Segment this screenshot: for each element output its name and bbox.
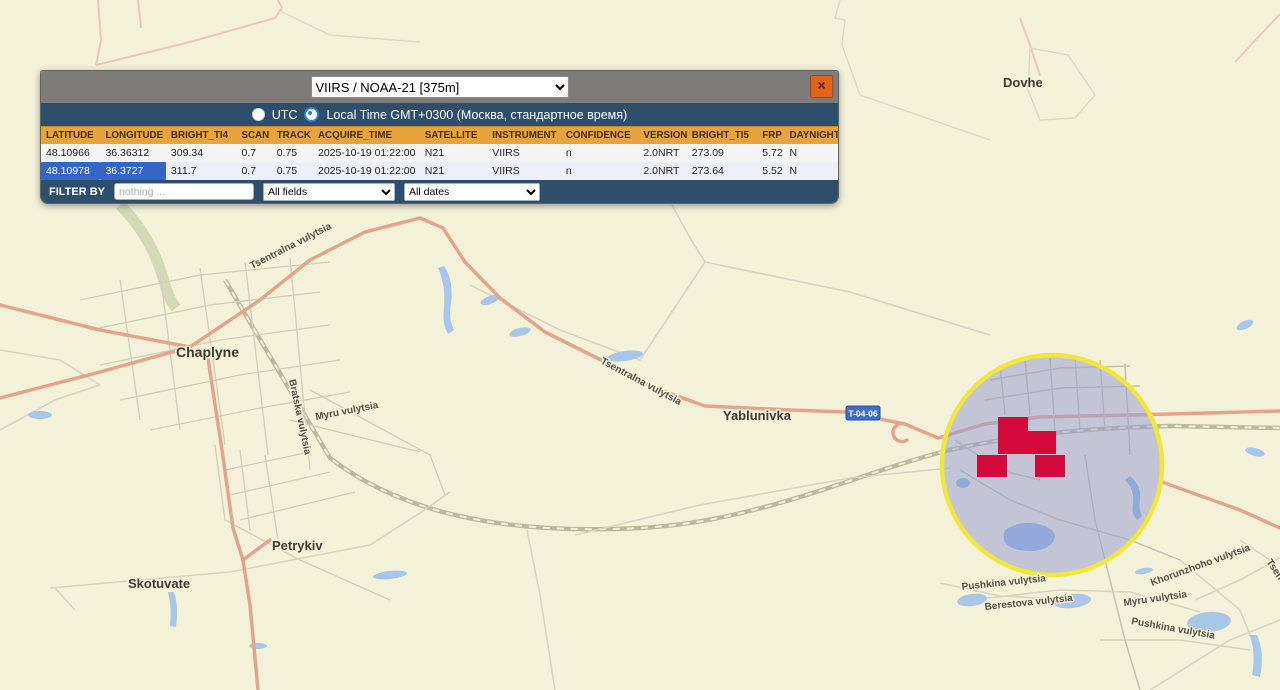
- col-satellite[interactable]: SATELLITE: [420, 127, 488, 145]
- cell-latitude[interactable]: 48.10966: [41, 144, 100, 162]
- cell-satellite: N21: [420, 144, 488, 162]
- table-header-row: LATITUDE LONGITUDE BRIGHT_TI4 SCAN TRACK…: [41, 127, 838, 145]
- fire-polygon-right: [1035, 455, 1065, 477]
- utc-radio[interactable]: [252, 108, 265, 121]
- time-mode-bar: UTC Local Time GMT+0300 (Москва, стандар…: [41, 103, 838, 126]
- col-bright-ti5[interactable]: BRIGHT_TI5: [687, 127, 758, 145]
- cell-track: 0.75: [272, 144, 313, 162]
- cell-longitude-selected[interactable]: 36.3727: [100, 162, 165, 180]
- col-longitude[interactable]: LONGITUDE: [100, 127, 165, 145]
- road-shield: T-04-06: [846, 406, 880, 420]
- cell-track: 0.75: [272, 162, 313, 180]
- close-icon[interactable]: ×: [810, 75, 833, 98]
- cell-confidence: n: [561, 144, 639, 162]
- col-acquire-time[interactable]: ACQUIRE_TIME: [313, 127, 420, 145]
- filter-by-label: FILTER BY: [49, 186, 105, 198]
- filter-bar: FILTER BY All fields All dates: [41, 180, 838, 203]
- cell-bright-ti4: 309.34: [166, 144, 237, 162]
- cell-bright-ti5: 273.09: [687, 144, 758, 162]
- cell-frp: 5.52: [757, 162, 784, 180]
- col-daynight[interactable]: DAYNIGHT: [784, 127, 838, 145]
- cell-bright-ti5: 273.64: [687, 162, 758, 180]
- screen: T-04-06 Dovhe Chaplyne Yablunivka Petryk…: [0, 0, 1280, 690]
- cell-acquire-time: 2025-10-19 01:22:00: [313, 162, 420, 180]
- fire-polygon-left: [977, 455, 1007, 477]
- cell-confidence: n: [561, 162, 639, 180]
- cell-instrument: VIIRS: [487, 144, 561, 162]
- col-version[interactable]: VERSION: [638, 127, 686, 145]
- cell-bright-ti4: 311.7: [166, 162, 237, 180]
- town-label-chaplyne: Chaplyne: [176, 344, 239, 360]
- cell-daynight: N: [784, 162, 838, 180]
- cell-longitude[interactable]: 36.36312: [100, 144, 165, 162]
- cell-satellite: N21: [420, 162, 488, 180]
- table-row[interactable]: 48.10966 36.36312 309.34 0.7 0.75 2025-1…: [41, 144, 838, 162]
- town-label-yablunivka: Yablunivka: [723, 408, 792, 423]
- cell-scan: 0.7: [236, 144, 271, 162]
- col-instrument[interactable]: INSTRUMENT: [487, 127, 561, 145]
- satellite-source-select[interactable]: VIIRS / NOAA-21 [375m]: [311, 76, 569, 98]
- fire-detections-table: LATITUDE LONGITUDE BRIGHT_TI4 SCAN TRACK…: [41, 126, 838, 180]
- col-frp[interactable]: FRP: [757, 127, 784, 145]
- local-time-radio-label: Local Time GMT+0300 (Москва, стандартное…: [326, 108, 627, 122]
- col-confidence[interactable]: CONFIDENCE: [561, 127, 639, 145]
- town-label-dovhe: Dovhe: [1003, 75, 1043, 90]
- cell-scan: 0.7: [236, 162, 271, 180]
- filter-text-input[interactable]: [114, 183, 254, 200]
- filter-dates-select[interactable]: All dates: [404, 183, 540, 201]
- cell-latitude-selected[interactable]: 48.10978: [41, 162, 100, 180]
- table-row-selected[interactable]: 48.10978 36.3727 311.7 0.7 0.75 2025-10-…: [41, 162, 838, 180]
- cell-version: 2.0NRT: [638, 144, 686, 162]
- cell-daynight: N: [784, 144, 838, 162]
- filter-fields-select[interactable]: All fields: [263, 183, 395, 201]
- cell-instrument: VIIRS: [487, 162, 561, 180]
- town-label-skotuvate: Skotuvate: [128, 576, 190, 591]
- utc-radio-label: UTC: [272, 108, 298, 122]
- col-track[interactable]: TRACK: [272, 127, 313, 145]
- cell-frp: 5.72: [757, 144, 784, 162]
- local-time-radio[interactable]: [304, 107, 319, 122]
- fire-data-panel: VIIRS / NOAA-21 [375m] × UTC Local Time …: [40, 70, 839, 204]
- cell-acquire-time: 2025-10-19 01:22:00: [313, 144, 420, 162]
- cell-version: 2.0NRT: [638, 162, 686, 180]
- col-bright-ti4[interactable]: BRIGHT_TI4: [166, 127, 237, 145]
- town-label-petrykiv: Petrykiv: [272, 538, 323, 553]
- col-latitude[interactable]: LATITUDE: [41, 127, 100, 145]
- road-shield-label: T-04-06: [848, 409, 878, 419]
- panel-header: VIIRS / NOAA-21 [375m] ×: [41, 71, 838, 103]
- col-scan[interactable]: SCAN: [236, 127, 271, 145]
